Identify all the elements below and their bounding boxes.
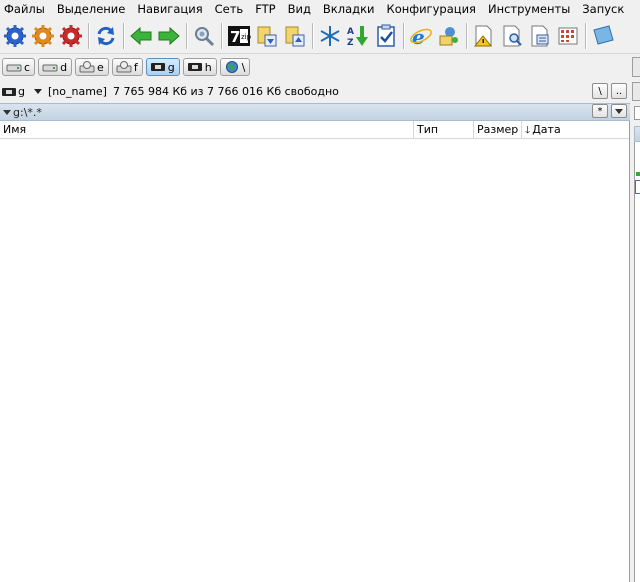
history-button[interactable] [611,104,627,118]
doc-edit-icon[interactable] [526,21,554,51]
drive-button-f[interactable]: f [111,58,143,76]
volume-label: [no_name] [47,85,107,98]
column-date-label: Дата [532,123,561,136]
menu-navigation[interactable]: Навигация [131,0,208,18]
arrow-right-icon[interactable] [155,21,183,51]
column-header: Имя Тип Размер 🡓 Дата [0,121,629,139]
drive-label: e [97,60,104,74]
menu-files[interactable]: Файлы [0,0,51,18]
hdd-icon [42,64,58,72]
pack-icon[interactable] [253,21,281,51]
column-name[interactable]: Имя [0,121,413,138]
root-dir-button[interactable]: \ [592,83,608,99]
menu-network[interactable]: Сеть [209,0,250,18]
svg-text:7: 7 [230,28,240,46]
menu-selection[interactable]: Выделение [51,0,132,18]
arrow-left-icon[interactable] [127,21,155,51]
menu-configuration[interactable]: Конфигурация [381,0,482,18]
doc-warning-icon[interactable] [470,21,498,51]
book-icon[interactable] [589,21,617,51]
gear-orange-icon[interactable] [29,21,57,51]
free-space-text: 7 765 984 Кб из 7 766 016 Кб свободно [112,85,339,98]
drive-label: c [24,60,31,74]
toolbar-separator [88,22,89,49]
grid-icon[interactable] [554,21,582,51]
chevron-down-icon [33,89,42,94]
drive-button-network[interactable]: \ [219,58,251,76]
drive-selector[interactable]: g [0,83,42,100]
drive-label: d [60,60,68,74]
cdrom-icon [79,61,95,73]
menu-view[interactable]: Вид [282,0,317,18]
sort-down-icon: 🡓 [525,125,531,136]
gear-blue-icon[interactable] [1,21,29,51]
svg-text:zip: zip [241,33,251,41]
cdrom-icon [116,61,132,73]
drive-button-h[interactable]: h [182,58,217,76]
gear-red-icon[interactable] [57,21,85,51]
svg-text:A: A [347,27,354,37]
drive-label: \ [241,60,246,74]
doc-view-icon[interactable] [498,21,526,51]
column-type[interactable]: Тип [413,121,473,138]
refresh-icon[interactable] [92,21,120,51]
drive-button-g[interactable]: g [145,58,180,76]
drive-button-e[interactable]: e [75,58,109,76]
toolbar-separator [123,22,124,49]
network-globe-icon [225,61,238,73]
parent-dir-button[interactable]: .. [611,83,627,99]
drive-label: g [167,60,175,74]
search-gear-icon[interactable] [190,21,218,51]
toolbar-separator [221,22,222,49]
clipboard-check-icon[interactable] [372,21,400,51]
toolbar-separator [186,22,187,49]
menu-tabs[interactable]: Вкладки [317,0,381,18]
drive-selector-label: g [18,85,25,98]
toolbar-separator [312,22,313,49]
unpack-icon[interactable] [281,21,309,51]
right-panel-edge [632,0,640,582]
current-path: g:\*.* [13,105,42,119]
drive-label: f [133,60,138,74]
sort-az-icon[interactable]: AZ [344,21,372,51]
menu-tools[interactable]: Инструменты [482,0,576,18]
favorites-button[interactable]: * [592,104,608,118]
column-date[interactable]: 🡓 Дата [521,121,629,138]
removable-drive-icon [187,63,202,71]
history-dropdown-icon[interactable] [3,109,11,115]
drive-bar: c d e f g h \ [0,55,640,79]
removable-drive-icon [150,63,165,71]
path-bar[interactable]: g:\*.* * [0,103,630,121]
drive-label: h [204,60,212,74]
chevron-down-icon [615,108,623,114]
column-size[interactable]: Размер [473,121,521,138]
removable-drive-icon [2,87,16,96]
drive-info-row: g [no_name] 7 765 984 Кб из 7 766 016 Кб… [0,82,632,101]
menu-launch[interactable]: Запуск [576,0,630,18]
toolbar-separator [466,22,467,49]
file-list[interactable]: Имя Тип Размер 🡓 Дата [0,121,630,582]
toolbar: 7 zip AZ e [0,18,640,54]
ie-icon[interactable]: e [407,21,435,51]
toolbar-separator [585,22,586,49]
snowflake-icon[interactable] [316,21,344,51]
drive-button-c[interactable]: c [2,58,36,76]
network-user-icon[interactable] [435,21,463,51]
menu-ftp[interactable]: FTP [249,0,281,18]
drive-button-d[interactable]: d [38,58,73,76]
hdd-icon [6,64,22,72]
7zip-icon[interactable]: 7 zip [225,21,253,51]
svg-text:e: e [412,25,425,48]
svg-text:Z: Z [347,38,354,48]
menu-bar: Файлы Выделение Навигация Сеть FTP Вид В… [0,0,640,18]
toolbar-separator [403,22,404,49]
